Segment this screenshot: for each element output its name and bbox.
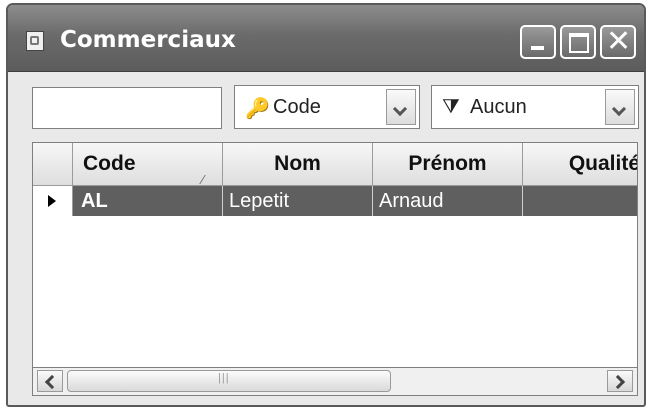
current-row-indicator-icon (33, 186, 73, 216)
key-icon: 🔑 (245, 98, 270, 120)
filter-label: Aucun (470, 96, 527, 118)
app-icon (26, 31, 44, 51)
horizontal-scrollbar[interactable] (32, 368, 638, 396)
chevron-down-icon[interactable] (605, 89, 635, 125)
scroll-left-icon[interactable] (37, 370, 63, 392)
minimize-button[interactable] (520, 25, 556, 59)
sort-field-label: Code (273, 96, 321, 118)
row-selector-header (33, 143, 73, 186)
chevron-down-icon[interactable] (386, 89, 416, 125)
scrollbar-thumb[interactable] (67, 370, 391, 392)
commerciaux-window: Commerciaux ✕ 🔑 Code ⧩ Aucun Code ⁄ Nom … (6, 3, 646, 407)
column-header-code[interactable]: Code ⁄ (73, 143, 223, 187)
table-row[interactable]: AL Lepetit Arnaud (33, 186, 637, 216)
title-bar[interactable]: Commerciaux ✕ (8, 5, 644, 72)
filter-select[interactable]: ⧩ Aucun (431, 85, 639, 129)
window-title: Commerciaux (60, 27, 236, 53)
scroll-right-icon[interactable] (607, 370, 633, 392)
funnel-icon: ⧩ (442, 96, 460, 118)
cell-qualite[interactable] (523, 186, 637, 216)
close-button[interactable]: ✕ (600, 25, 636, 59)
cell-nom[interactable]: Lepetit (223, 186, 373, 216)
data-grid: Code ⁄ Nom Prénom Qualité AL Lepetit Arn… (32, 142, 638, 368)
maximize-button[interactable] (560, 25, 596, 59)
column-header-qualite[interactable]: Qualité (523, 143, 637, 186)
column-header-nom[interactable]: Nom (223, 143, 373, 186)
close-icon: ✕ (606, 25, 632, 58)
cell-prenom[interactable]: Arnaud (373, 186, 523, 216)
column-header-prenom[interactable]: Prénom (373, 143, 523, 186)
cell-code[interactable]: AL (73, 186, 223, 216)
sort-field-select[interactable]: 🔑 Code (234, 85, 420, 129)
search-input[interactable] (32, 87, 222, 129)
